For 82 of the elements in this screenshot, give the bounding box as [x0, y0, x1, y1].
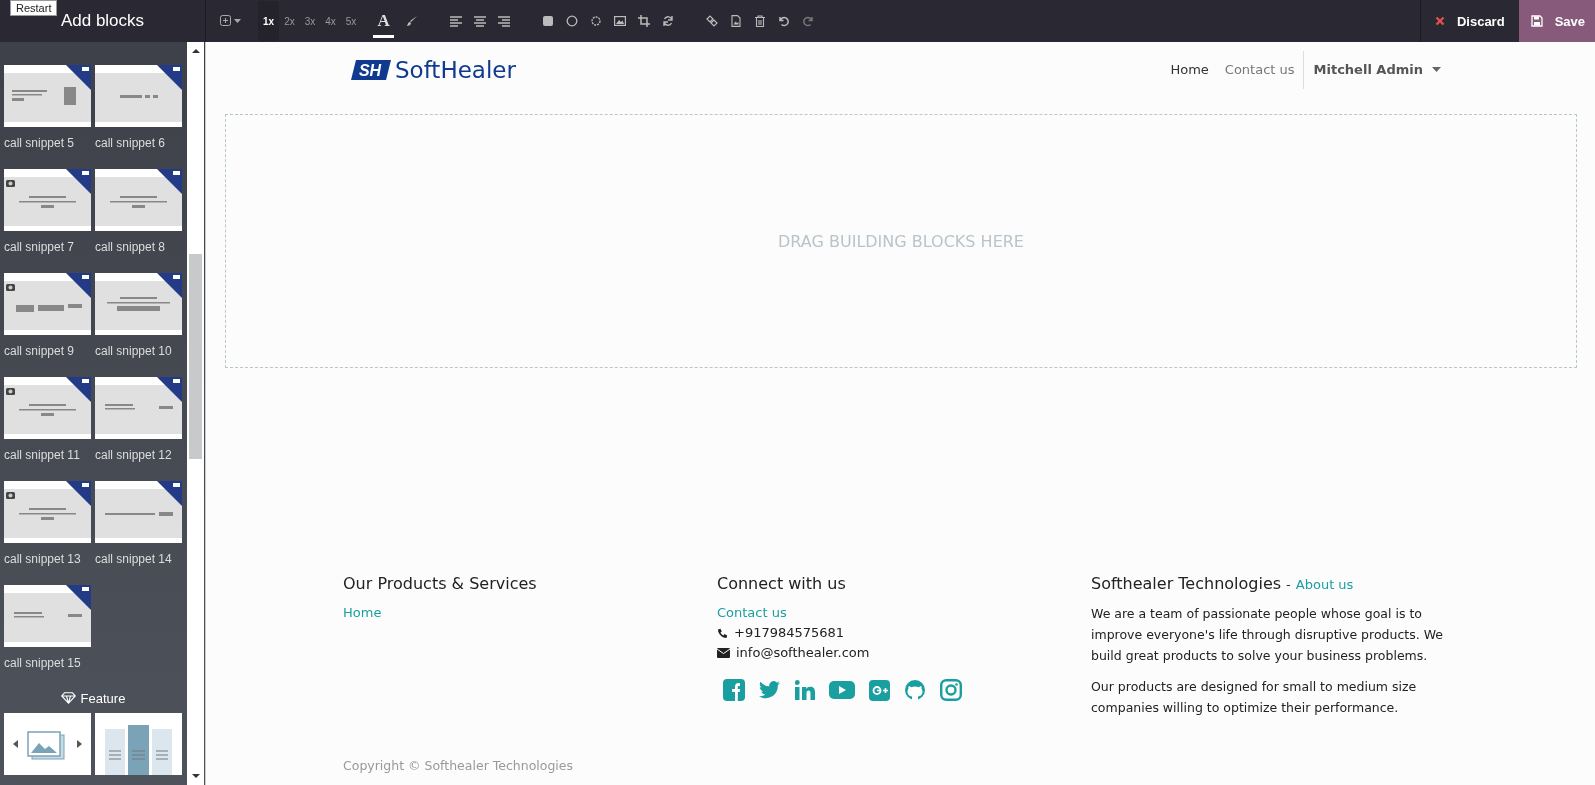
- snippet-thumbnail[interactable]: [4, 377, 91, 439]
- undo-icon[interactable]: [777, 15, 790, 27]
- snippet-thumbnail[interactable]: [4, 169, 91, 231]
- zoom-button[interactable]: 1x: [258, 1, 280, 41]
- snippet-label: call snippet 11: [4, 448, 80, 462]
- bird-icon[interactable]: [759, 680, 781, 700]
- snippet-thumbnail[interactable]: [95, 169, 182, 231]
- zoom-button[interactable]: 5x: [340, 1, 362, 41]
- align-right-icon[interactable]: [497, 15, 510, 27]
- user-menu[interactable]: Mitchell Admin: [1309, 62, 1445, 77]
- rounded-square-icon[interactable]: [541, 15, 554, 27]
- align-left-icon[interactable]: [449, 15, 462, 27]
- snippet-thumbnail[interactable]: [4, 481, 91, 543]
- close-icon: [1434, 16, 1445, 26]
- sidebar-title: Add blocks: [60, 11, 145, 31]
- align-center-icon[interactable]: [473, 15, 486, 27]
- snippet-thumbnail[interactable]: [95, 377, 182, 439]
- link-icon[interactable]: [705, 15, 718, 27]
- snippet-label: call snippet 5: [4, 136, 75, 150]
- save-button[interactable]: Save: [1518, 0, 1595, 42]
- copyright-text: Copyright © Softhealer Technologies: [343, 758, 575, 773]
- scroll-down-icon[interactable]: [191, 773, 200, 779]
- logo-mark: SH: [351, 58, 391, 81]
- columns-thumbnail[interactable]: [95, 713, 182, 775]
- email-address: info@softhealer.com: [736, 644, 870, 662]
- snippet-thumbnail[interactable]: [4, 65, 91, 127]
- snippet-label: call snippet 6: [95, 136, 166, 150]
- redo-icon[interactable]: [801, 15, 814, 27]
- zoom-button[interactable]: 4x: [320, 1, 341, 41]
- scroll-up-icon[interactable]: [191, 48, 200, 54]
- save-icon: [1530, 15, 1543, 27]
- nav-link[interactable]: Home: [1162, 62, 1217, 77]
- footer-heading: Our Products & Services: [343, 574, 537, 593]
- refresh-icon[interactable]: [661, 15, 674, 27]
- snippet-label: call snippet 7: [4, 240, 75, 254]
- about-paragraph: We are a team of passionate people whose goal is to improve everyone's life through disruptive products. We build great products to solve your business problems.: [1091, 605, 1444, 665]
- camera-icon[interactable]: [940, 679, 962, 701]
- font-button[interactable]: A: [373, 4, 394, 38]
- carousel-thumbnail[interactable]: [4, 713, 91, 775]
- footer-heading: Softhealer Technologies: [1091, 574, 1282, 593]
- nav-link[interactable]: Contact us: [1216, 62, 1303, 77]
- brush-icon[interactable]: [405, 15, 418, 27]
- snippet-thumbnail[interactable]: [95, 65, 182, 127]
- snippet-label: call snippet 9: [4, 344, 75, 358]
- phone-icon: [717, 627, 728, 639]
- linkedin-icon[interactable]: [795, 680, 815, 700]
- snippet-thumbnail[interactable]: [4, 585, 91, 647]
- snippet-thumbnail[interactable]: [95, 481, 182, 543]
- footer-link[interactable]: About us: [1295, 575, 1354, 595]
- snippet-label: call snippet 13: [4, 552, 81, 566]
- image-file-icon[interactable]: [729, 15, 742, 27]
- scroll-thumb[interactable]: [189, 254, 202, 459]
- snippet-label: call snippet 15: [4, 656, 81, 670]
- snippet-thumbnail[interactable]: [4, 273, 91, 335]
- octocat-icon[interactable]: [904, 679, 926, 701]
- section-heading: Feature: [4, 683, 182, 713]
- play-button-icon[interactable]: [829, 681, 855, 699]
- snippet-label: call snippet 14: [95, 552, 172, 566]
- footer-heading: Connect with us: [717, 574, 846, 593]
- image-icon[interactable]: [613, 15, 626, 27]
- diamond-icon: [60, 692, 76, 704]
- about-paragraph: Our products are designed for small to medium size companies willing to optimize their performance.: [1091, 678, 1418, 717]
- scrollbar[interactable]: [187, 42, 204, 785]
- crop-icon[interactable]: [637, 15, 650, 27]
- circle-icon[interactable]: [565, 15, 578, 27]
- trash-icon[interactable]: [753, 15, 766, 27]
- snippet-label: call snippet 8: [95, 240, 166, 254]
- snippet-thumbnail[interactable]: [95, 273, 182, 335]
- zoom-button[interactable]: 2x: [279, 1, 300, 41]
- zoom-button[interactable]: 3x: [299, 1, 321, 41]
- footer-link[interactable]: Home: [343, 603, 382, 623]
- facebook-icon[interactable]: [723, 679, 745, 701]
- phone-number: +917984575681: [734, 624, 845, 642]
- envelope-icon: [717, 648, 730, 658]
- footer-link[interactable]: Contact us: [717, 603, 787, 623]
- snippet-label: call snippet 12: [95, 448, 172, 462]
- logo-text: SoftHealer: [395, 56, 516, 83]
- caret-icon: [1432, 67, 1441, 72]
- google-plus-icon[interactable]: [869, 679, 890, 701]
- separator: -: [1286, 577, 1291, 592]
- snippet-label: call snippet 10: [95, 344, 172, 358]
- tooltip: Restart: [10, 0, 58, 16]
